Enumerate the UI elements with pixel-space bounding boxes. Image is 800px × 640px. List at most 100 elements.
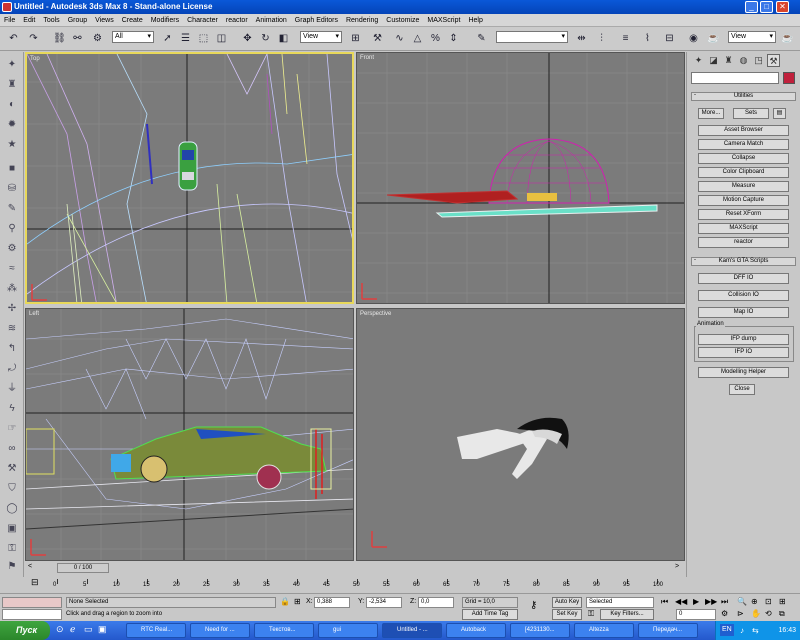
play-icon[interactable]: ▶: [693, 597, 699, 606]
menu-rendering[interactable]: Rendering: [342, 14, 382, 27]
viewport-label-top[interactable]: Top: [30, 56, 40, 62]
gta-scripts-rollout[interactable]: - Kam's GTA Scripts: [691, 257, 796, 266]
curve-editor-icon[interactable]: ⌇: [640, 31, 655, 46]
curve-editor-mini-icon[interactable]: ⊟: [31, 577, 39, 588]
task-need-for-speed[interactable]: Need for ...: [190, 623, 250, 638]
maxscript-listener-mini[interactable]: [2, 597, 62, 608]
pin-icon[interactable]: ⚑: [4, 560, 20, 574]
zoom-extents-icon[interactable]: ⊡: [765, 597, 772, 606]
z-coordinate-field[interactable]: 0,0: [418, 597, 454, 608]
collapse-button[interactable]: Collapse: [698, 153, 789, 164]
motion-tab-icon[interactable]: ◍: [737, 54, 750, 67]
twist-icon[interactable]: ⤾: [4, 362, 20, 376]
viewport-label-front[interactable]: Front: [360, 55, 374, 61]
wave-icon[interactable]: ≈: [4, 262, 20, 276]
menu-file[interactable]: File: [0, 14, 19, 27]
menu-character[interactable]: Character: [183, 14, 222, 27]
go-to-end-icon[interactable]: ⏭: [721, 597, 728, 607]
task-icq[interactable]: [4231130...: [510, 623, 570, 638]
motion-capture-button[interactable]: Motion Capture: [698, 195, 789, 206]
shirt-icon[interactable]: ⛉: [4, 482, 20, 496]
ifp-dump-button[interactable]: IFP dump: [698, 334, 789, 345]
link-icon[interactable]: ∞: [4, 442, 20, 456]
render-view-dropdown[interactable]: View: [728, 31, 776, 43]
time-slider[interactable]: 0 / 100: [57, 563, 109, 573]
go-to-start-icon[interactable]: ⏮: [661, 597, 668, 607]
task-rtc[interactable]: RTC Real...: [126, 623, 186, 638]
bolt-icon[interactable]: ϟ: [4, 402, 20, 416]
set-key-icon[interactable]: ⚷: [530, 600, 537, 611]
viewport-top[interactable]: Top: [25, 52, 354, 304]
start-button[interactable]: Пуск: [0, 621, 50, 640]
schematic-view-icon[interactable]: ⊟: [662, 31, 677, 46]
light-icon[interactable]: ✹: [4, 118, 20, 132]
select-manipulate-icon[interactable]: ⚒: [370, 31, 385, 46]
maximize-button[interactable]: □: [760, 1, 773, 13]
viewport-left[interactable]: Left: [25, 308, 354, 561]
fan-icon[interactable]: ✢: [4, 302, 20, 316]
select-by-name-icon[interactable]: ☰: [178, 31, 193, 46]
cylinder-icon[interactable]: ⛁: [4, 182, 20, 196]
ring-icon[interactable]: ◯: [4, 502, 20, 516]
maximize-viewport-icon[interactable]: ⧉: [779, 609, 785, 619]
absolute-mode-icon[interactable]: ⊞: [294, 597, 301, 606]
undo-icon[interactable]: ↶: [6, 31, 21, 46]
arc-rotate-icon[interactable]: ⟲: [765, 609, 772, 618]
menu-customize[interactable]: Customize: [382, 14, 423, 27]
tray-volume-icon[interactable]: ♪: [740, 621, 744, 640]
name-field[interactable]: [691, 72, 779, 84]
task-altezza[interactable]: Altezza: [574, 623, 634, 638]
hand-icon[interactable]: ☞: [4, 422, 20, 436]
named-selection-sets-dropdown[interactable]: [496, 31, 568, 43]
task-3dsmax[interactable]: Untitled - ...: [382, 623, 442, 638]
bone-icon[interactable]: ⚲: [4, 222, 20, 236]
bind-space-warp-icon[interactable]: ⚙: [90, 31, 105, 46]
lock-icon[interactable]: 🔒: [280, 597, 290, 606]
close-panel-button[interactable]: Close: [729, 384, 755, 395]
percent-snap-icon[interactable]: %: [428, 31, 443, 46]
set-key-button[interactable]: Set Key: [552, 609, 582, 620]
tray-network-icon[interactable]: ⇆: [752, 621, 759, 640]
layer-manager-icon[interactable]: ≡: [618, 31, 633, 46]
window-crossing-icon[interactable]: ◫: [214, 31, 229, 46]
display-tab-icon[interactable]: ◳: [752, 54, 765, 67]
collision-io-button[interactable]: Collision IO: [698, 290, 789, 301]
menu-reactor[interactable]: reactor: [222, 14, 252, 27]
create-icon[interactable]: ✦: [4, 58, 20, 72]
star-icon[interactable]: ★: [4, 138, 20, 152]
menu-create[interactable]: Create: [118, 14, 147, 27]
next-frame-icon[interactable]: ▶▶: [705, 597, 717, 606]
viewport-front[interactable]: Front: [356, 52, 685, 304]
ripple-icon[interactable]: ≋: [4, 322, 20, 336]
dff-io-button[interactable]: DFF IO: [698, 273, 789, 284]
menu-graph-editors[interactable]: Graph Editors: [291, 14, 342, 27]
minimize-button[interactable]: _: [745, 1, 758, 13]
hierarchy-icon[interactable]: ♜: [4, 78, 20, 92]
ifp-io-button[interactable]: IFP IO: [698, 347, 789, 358]
hierarchy-tab-icon[interactable]: ♜: [722, 54, 735, 67]
select-scale-icon[interactable]: ◧: [276, 31, 291, 46]
configure-sets-icon[interactable]: ▤: [773, 108, 786, 119]
viewport-label-left[interactable]: Left: [29, 311, 39, 317]
select-object-icon[interactable]: ➚: [160, 31, 175, 46]
time-config-icon[interactable]: ⚙: [721, 609, 728, 618]
x-coordinate-field[interactable]: 0,388: [314, 597, 350, 608]
viewport-perspective[interactable]: Perspective: [356, 308, 685, 561]
material-editor-icon[interactable]: ◉: [686, 31, 701, 46]
rectangular-selection-icon[interactable]: ⬚: [196, 31, 211, 46]
menu-tools[interactable]: Tools: [39, 14, 63, 27]
create-tab-icon[interactable]: ✦: [692, 54, 705, 67]
asset-browser-button[interactable]: Asset Browser: [698, 125, 789, 136]
current-frame-field[interactable]: 0: [676, 609, 716, 620]
spinner-snap-icon[interactable]: ⇕: [446, 31, 461, 46]
align-icon[interactable]: ⫶: [594, 31, 609, 46]
quicklaunch-opera-icon[interactable]: ⊙: [56, 624, 64, 635]
more-button[interactable]: More...: [698, 108, 724, 119]
menu-maxscript[interactable]: MAXScript: [423, 14, 464, 27]
color-swatch[interactable]: [783, 72, 795, 84]
map-io-button[interactable]: Map IO: [698, 307, 789, 318]
key-filters-button[interactable]: Key Filters...: [600, 609, 654, 620]
brush-icon[interactable]: ✎: [4, 202, 20, 216]
reference-coordinate-dropdown[interactable]: View: [300, 31, 342, 43]
modelling-helper-button[interactable]: Modelling Helper: [698, 367, 789, 378]
